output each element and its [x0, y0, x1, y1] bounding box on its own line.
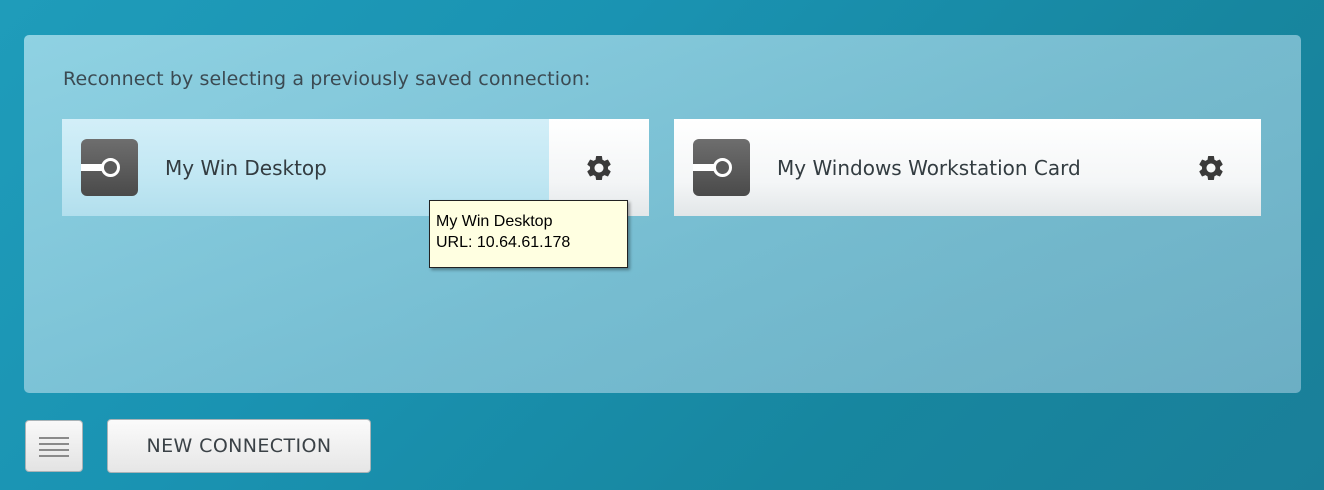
new-connection-button[interactable]: NEW CONNECTION	[107, 419, 371, 473]
panel-heading: Reconnect by selecting a previously save…	[63, 68, 591, 90]
remote-connection-icon	[693, 139, 750, 196]
connection-settings-button[interactable]	[1161, 119, 1261, 216]
tooltip-url: URL: 10.64.61.178	[436, 234, 571, 251]
menu-button[interactable]	[25, 420, 83, 472]
remote-connection-icon	[81, 139, 138, 196]
connection-label: My Windows Workstation Card	[777, 156, 1081, 180]
tooltip-title: My Win Desktop	[436, 213, 553, 230]
connection-card-my-windows-workstation-card[interactable]: My Windows Workstation Card	[674, 119, 1261, 216]
gear-icon	[1199, 155, 1223, 180]
gear-icon	[587, 155, 611, 180]
saved-connections-panel: Reconnect by selecting a previously save…	[24, 35, 1301, 393]
connection-label: My Win Desktop	[165, 156, 327, 180]
connection-tooltip: My Win Desktop URL: 10.64.61.178	[429, 200, 628, 268]
hamburger-menu-icon	[39, 437, 69, 457]
